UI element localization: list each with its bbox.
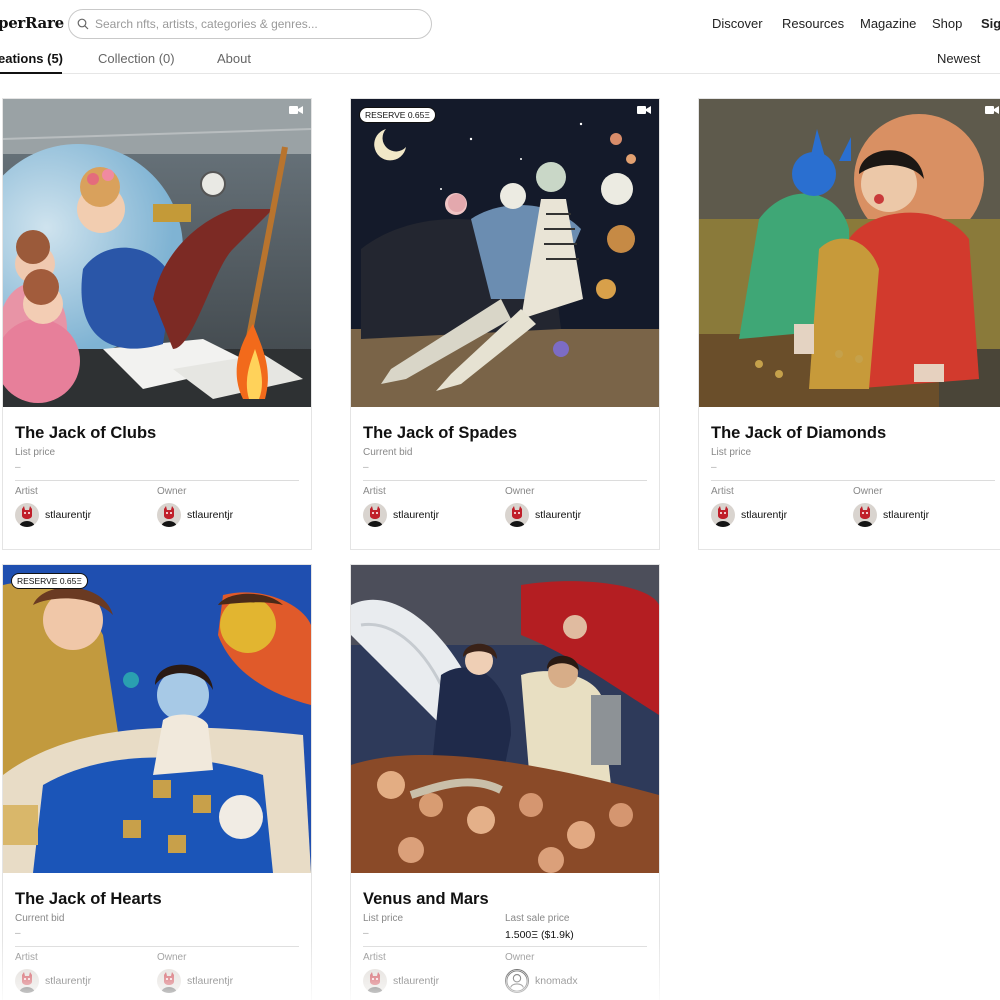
card-title[interactable]: The Jack of Diamonds	[711, 424, 886, 443]
video-camera-icon	[985, 106, 999, 114]
search-bar[interactable]	[68, 9, 432, 39]
nav-magazine[interactable]: Magazine	[860, 16, 916, 31]
nft-card[interactable]: RESERVE 0.65Ξ The Jack of Spades Current…	[350, 98, 660, 550]
artwork-image[interactable]	[3, 565, 311, 873]
owner-link[interactable]: stlaurentjr	[505, 503, 581, 527]
search-input[interactable]	[95, 15, 415, 33]
avatar	[711, 503, 735, 527]
owner-link[interactable]: stlaurentjr	[157, 969, 233, 993]
artist-link[interactable]: stlaurentjr	[363, 503, 439, 527]
card-title[interactable]: The Jack of Spades	[363, 424, 517, 443]
owner-link[interactable]: stlaurentjr	[853, 503, 929, 527]
nft-card[interactable]: The Jack of Clubs List price – Artist Ow…	[2, 98, 312, 550]
card-title[interactable]: The Jack of Clubs	[15, 424, 156, 443]
price-label: Current bid	[363, 447, 413, 458]
tab-collection[interactable]: Collection (0)	[98, 51, 175, 66]
card-title[interactable]: Venus and Mars	[363, 890, 489, 909]
tab-about[interactable]: About	[217, 51, 251, 66]
nft-card[interactable]: RESERVE 0.65Ξ The Jack of Hearts Current…	[2, 564, 312, 1000]
divider	[15, 480, 299, 481]
price-label: List price	[711, 447, 752, 458]
artist-link[interactable]: stlaurentjr	[15, 503, 91, 527]
artist-link[interactable]: stlaurentjr	[711, 503, 787, 527]
video-camera-icon	[289, 106, 303, 114]
owner-label: Owner	[157, 486, 187, 497]
artist-link[interactable]: stlaurentjr	[363, 969, 439, 993]
card-title[interactable]: The Jack of Hearts	[15, 890, 162, 909]
nav-discover[interactable]: Discover	[712, 16, 763, 31]
avatar	[15, 503, 39, 527]
owner-label: Owner	[853, 486, 883, 497]
avatar	[363, 969, 387, 993]
nft-card[interactable]: Venus and Mars List price – Last sale pr…	[350, 564, 660, 1000]
artist-username: stlaurentjr	[393, 975, 440, 987]
owner-label: Owner	[505, 952, 535, 963]
artist-label: Artist	[363, 486, 386, 497]
default-avatar-icon	[505, 969, 529, 993]
avatar	[157, 503, 181, 527]
top-navigation-bar: perRare Discover Resources Magazine Shop…	[0, 0, 1000, 48]
owner-username: stlaurentjr	[883, 509, 930, 521]
artist-label: Artist	[711, 486, 734, 497]
price-label: List price	[363, 913, 404, 924]
artwork-image[interactable]	[351, 99, 659, 407]
avatar	[157, 969, 181, 993]
tab-creations[interactable]: eations (5)	[0, 51, 63, 66]
owner-username: stlaurentjr	[187, 975, 234, 987]
owner-link[interactable]: stlaurentjr	[157, 503, 233, 527]
last-sale-label: Last sale price	[505, 913, 570, 924]
nft-card[interactable]: The Jack of Diamonds List price – Artist…	[698, 98, 1000, 550]
reserve-badge: RESERVE 0.65Ξ	[359, 107, 436, 123]
artist-username: stlaurentjr	[45, 975, 92, 987]
owner-label: Owner	[157, 952, 187, 963]
price-value: –	[711, 462, 717, 473]
reserve-badge: RESERVE 0.65Ξ	[11, 573, 88, 589]
last-sale-value: 1.500Ξ ($1.9k)	[505, 929, 574, 941]
artist-label: Artist	[363, 952, 386, 963]
owner-label: Owner	[505, 486, 535, 497]
artist-label: Artist	[15, 952, 38, 963]
owner-username: stlaurentjr	[187, 509, 234, 521]
nav-resources[interactable]: Resources	[782, 16, 844, 31]
owner-username: knomadx	[535, 975, 578, 987]
video-camera-icon	[637, 106, 651, 114]
owner-username: stlaurentjr	[535, 509, 582, 521]
artist-label: Artist	[15, 486, 38, 497]
artwork-image[interactable]	[3, 99, 311, 407]
artist-username: stlaurentjr	[741, 509, 788, 521]
avatar	[853, 503, 877, 527]
avatar	[15, 969, 39, 993]
price-label: List price	[15, 447, 56, 458]
artist-username: stlaurentjr	[45, 509, 92, 521]
owner-link[interactable]: knomadx	[505, 969, 578, 993]
artwork-image[interactable]	[699, 99, 1000, 407]
avatar	[363, 503, 387, 527]
price-value: –	[15, 928, 21, 939]
profile-tabs: eations (5) Collection (0) About Newest	[0, 48, 1000, 74]
artist-link[interactable]: stlaurentjr	[15, 969, 91, 993]
divider	[363, 480, 647, 481]
search-icon	[77, 18, 89, 30]
active-tab-indicator	[0, 72, 62, 74]
price-value: –	[363, 928, 369, 939]
divider	[711, 480, 995, 481]
divider	[15, 946, 299, 947]
price-value: –	[15, 462, 21, 473]
nav-shop[interactable]: Shop	[932, 16, 962, 31]
price-value: –	[363, 462, 369, 473]
sort-dropdown[interactable]: Newest	[937, 51, 980, 66]
artist-username: stlaurentjr	[393, 509, 440, 521]
site-logo[interactable]: perRare	[0, 14, 64, 32]
divider	[363, 946, 647, 947]
price-label: Current bid	[15, 913, 65, 924]
artwork-image[interactable]	[351, 565, 659, 873]
avatar	[505, 503, 529, 527]
nav-sign-in[interactable]: Sign	[981, 16, 1000, 31]
